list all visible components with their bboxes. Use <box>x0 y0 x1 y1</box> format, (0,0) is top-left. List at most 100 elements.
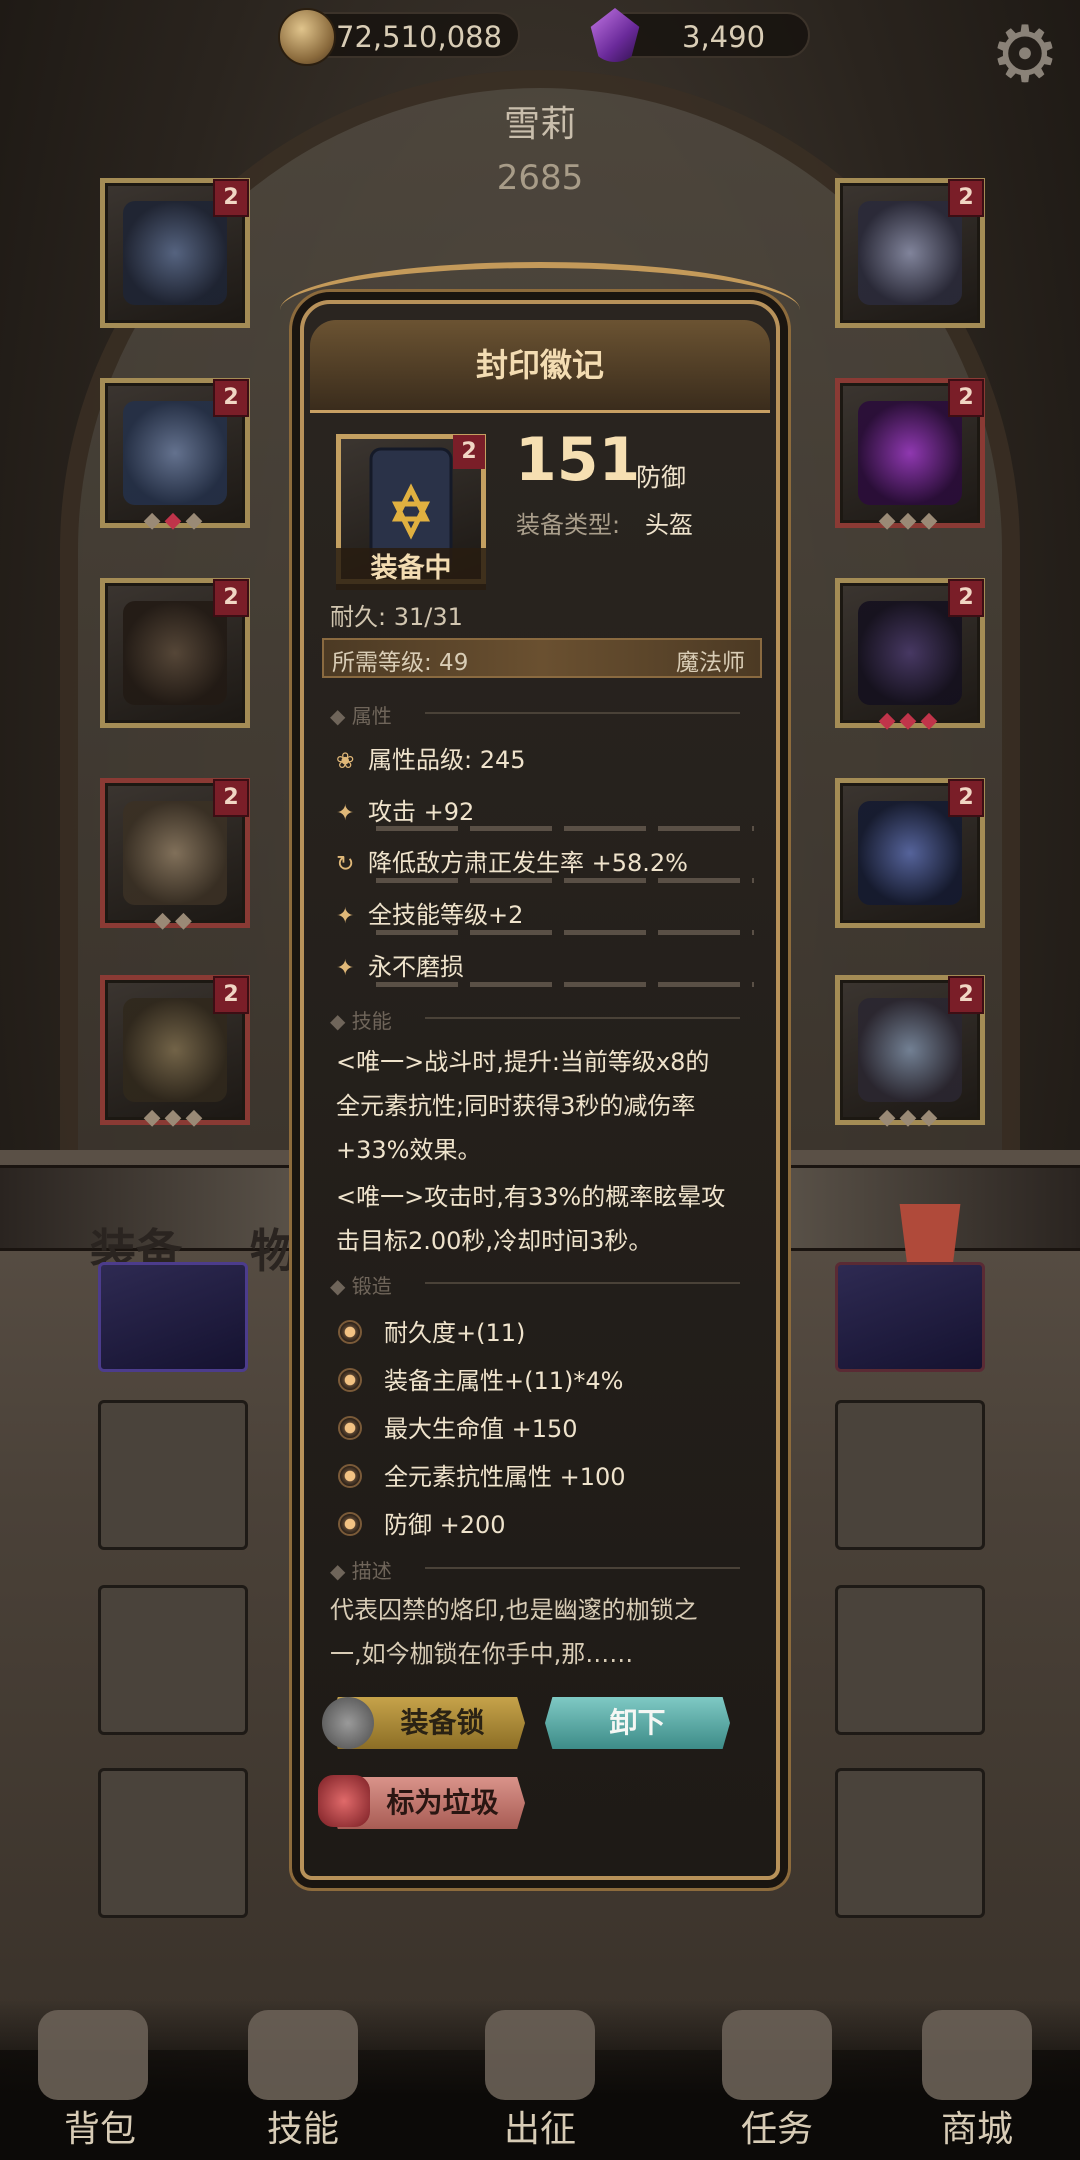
inventory-slot[interactable] <box>835 1585 985 1735</box>
gloves-art <box>123 601 227 705</box>
gear-icon[interactable]: ⚙ <box>988 16 1062 94</box>
attribute-row: ✦ 全技能等级+2 <box>336 895 523 930</box>
attribute-row: ↻ 降低敌方肃正发生率 +58.2% <box>336 843 688 878</box>
description-line: 一,如今枷锁在你手中,那…… <box>330 1640 634 1668</box>
coin-counter: 72,510,088 <box>278 8 520 66</box>
tier-badge: 2 <box>948 579 984 617</box>
tier-badge: 2 <box>453 435 485 469</box>
equip-slot-pants[interactable]: 2 ◆◆ <box>100 778 250 933</box>
inventory-slot[interactable] <box>835 1768 985 1918</box>
gem-amount: 3,490 <box>682 20 766 54</box>
nav-backpack[interactable]: 背包 <box>25 2100 175 2152</box>
lotus-icon: ❀ <box>336 749 355 774</box>
expedition-icon <box>485 2010 595 2100</box>
section-attributes-label: 属性 <box>351 704 392 728</box>
sparkle-icon: ✦ <box>336 956 355 981</box>
inventory-slot[interactable] <box>835 1262 985 1372</box>
attribute-text: 属性品级: 245 <box>368 746 526 774</box>
description-line: 代表囚禁的烙印,也是幽邃的枷锁之 <box>330 1596 698 1624</box>
sparkle-icon: ✦ <box>336 904 355 929</box>
required-class: 魔法师 <box>676 650 745 676</box>
defense-value: 151 <box>515 425 641 495</box>
inventory-slot[interactable] <box>98 1585 248 1735</box>
inventory-slot[interactable] <box>98 1400 248 1550</box>
socket-gems: ◆◆◆ <box>878 508 942 533</box>
section-description-label: 描述 <box>351 1559 392 1583</box>
nav-quests[interactable]: 任务 <box>702 2100 852 2152</box>
forge-dot-icon <box>338 1320 362 1344</box>
socket-gems: ◆◆◆ <box>143 1105 207 1130</box>
forge-row: 防御 +200 <box>338 1505 506 1540</box>
equip-slot-gloves[interactable]: 2 <box>100 578 250 728</box>
tier-badge: 2 <box>213 579 249 617</box>
attribute-text: 全技能等级+2 <box>368 901 524 929</box>
skill-line: +33%效果。 <box>336 1136 482 1164</box>
nav-shop[interactable]: 商城 <box>902 2100 1052 2152</box>
required-level: 所需等级: 49 <box>332 650 469 676</box>
inventory-slot[interactable] <box>98 1768 248 1918</box>
inventory-slot[interactable] <box>98 1262 248 1372</box>
socket-gems: ◆◆ <box>154 908 196 933</box>
equip-slot-boots[interactable]: 2 ◆◆◆ <box>100 975 250 1130</box>
attribute-grade: ❀ 属性品级: 245 <box>336 740 526 775</box>
hero-name: 雪莉 <box>503 104 576 145</box>
forge-dot-icon <box>338 1512 362 1536</box>
tier-badge: 2 <box>948 379 984 417</box>
tier-badge: 2 <box>948 976 984 1014</box>
skill-line: 全元素抗性;同时获得3秒的减伤率 <box>336 1092 696 1120</box>
sparkle-icon: ✦ <box>336 801 355 826</box>
skill-line: <唯一>攻击时,有33%的概率眩晕攻 <box>336 1183 726 1211</box>
forge-text: 防御 +200 <box>384 1511 506 1539</box>
coin-icon <box>278 8 336 66</box>
equip-slot-offhand[interactable]: 2 ◆◆◆ <box>835 975 985 1130</box>
forge-text: 最大生命值 +150 <box>384 1415 578 1443</box>
skill-line: 击目标2.00秒,冷却时间3秒。 <box>336 1227 653 1255</box>
tier-badge: 2 <box>948 179 984 217</box>
attribute-text: 攻击 +92 <box>368 798 475 826</box>
skills-icon <box>248 2010 358 2100</box>
equip-slot-armor[interactable]: 2 ◆◆◆ <box>100 378 250 533</box>
attribute-roll-bar <box>376 826 754 831</box>
equip-slot-bracelet[interactable]: 2 ◆◆◆ <box>835 578 985 733</box>
nav-skills[interactable]: 技能 <box>228 2100 378 2152</box>
equip-type-label: 装备类型: <box>516 511 621 539</box>
durability: 耐久: 31/31 <box>330 603 463 631</box>
lantern-icon <box>318 1775 370 1827</box>
forge-row: 全元素抗性属性 +100 <box>338 1457 626 1492</box>
coin-amount: 72,510,088 <box>336 20 503 54</box>
item-title: 封印徽记 <box>475 346 604 384</box>
socket-gems: ◆◆◆ <box>878 708 942 733</box>
quest-icon <box>722 2010 832 2100</box>
attribute-text: 永不磨损 <box>368 953 464 981</box>
hero-power: 2685 <box>496 158 584 198</box>
bracelet-art <box>858 601 962 705</box>
forge-dot-icon <box>338 1464 362 1488</box>
refresh-icon: ↻ <box>336 852 355 877</box>
forge-text: 全元素抗性属性 +100 <box>384 1463 626 1491</box>
defense-label: 防御 <box>636 463 687 492</box>
lock-icon <box>322 1697 374 1749</box>
unequip-button-label: 卸下 <box>609 1706 666 1739</box>
forge-dot-icon <box>338 1368 362 1392</box>
forge-text: 装备主属性+(11)*4% <box>384 1367 624 1395</box>
equip-slot-necklace[interactable]: 2 <box>835 178 985 328</box>
section-forge: ◆ 锻造 <box>330 1270 750 1298</box>
nav-expedition[interactable]: 出征 <box>465 2100 615 2152</box>
armor-art <box>123 401 227 505</box>
offhand-art <box>858 998 962 1102</box>
equip-slot-helmet[interactable]: 2 <box>100 178 250 328</box>
inventory-slot[interactable] <box>835 1400 985 1550</box>
equip-slot-weapon[interactable]: 2 <box>835 778 985 928</box>
backpack-icon <box>38 2010 148 2100</box>
attribute-row: ✦ 永不磨损 <box>336 947 464 982</box>
section-attributes: ◆ 属性 <box>330 700 750 728</box>
junk-button-label: 标为垃圾 <box>386 1786 499 1819</box>
equip-slot-ring[interactable]: 2 ◆◆◆ <box>835 378 985 533</box>
unequip-button[interactable]: 卸下 <box>545 1697 730 1749</box>
forge-row: 耐久度+(11) <box>338 1313 525 1348</box>
forge-dot-icon <box>338 1416 362 1440</box>
attribute-text: 降低敌方肃正发生率 +58.2% <box>368 849 688 877</box>
lock-button-label: 装备锁 <box>400 1706 485 1739</box>
weapon-art <box>858 801 962 905</box>
attribute-roll-bar <box>376 982 754 987</box>
